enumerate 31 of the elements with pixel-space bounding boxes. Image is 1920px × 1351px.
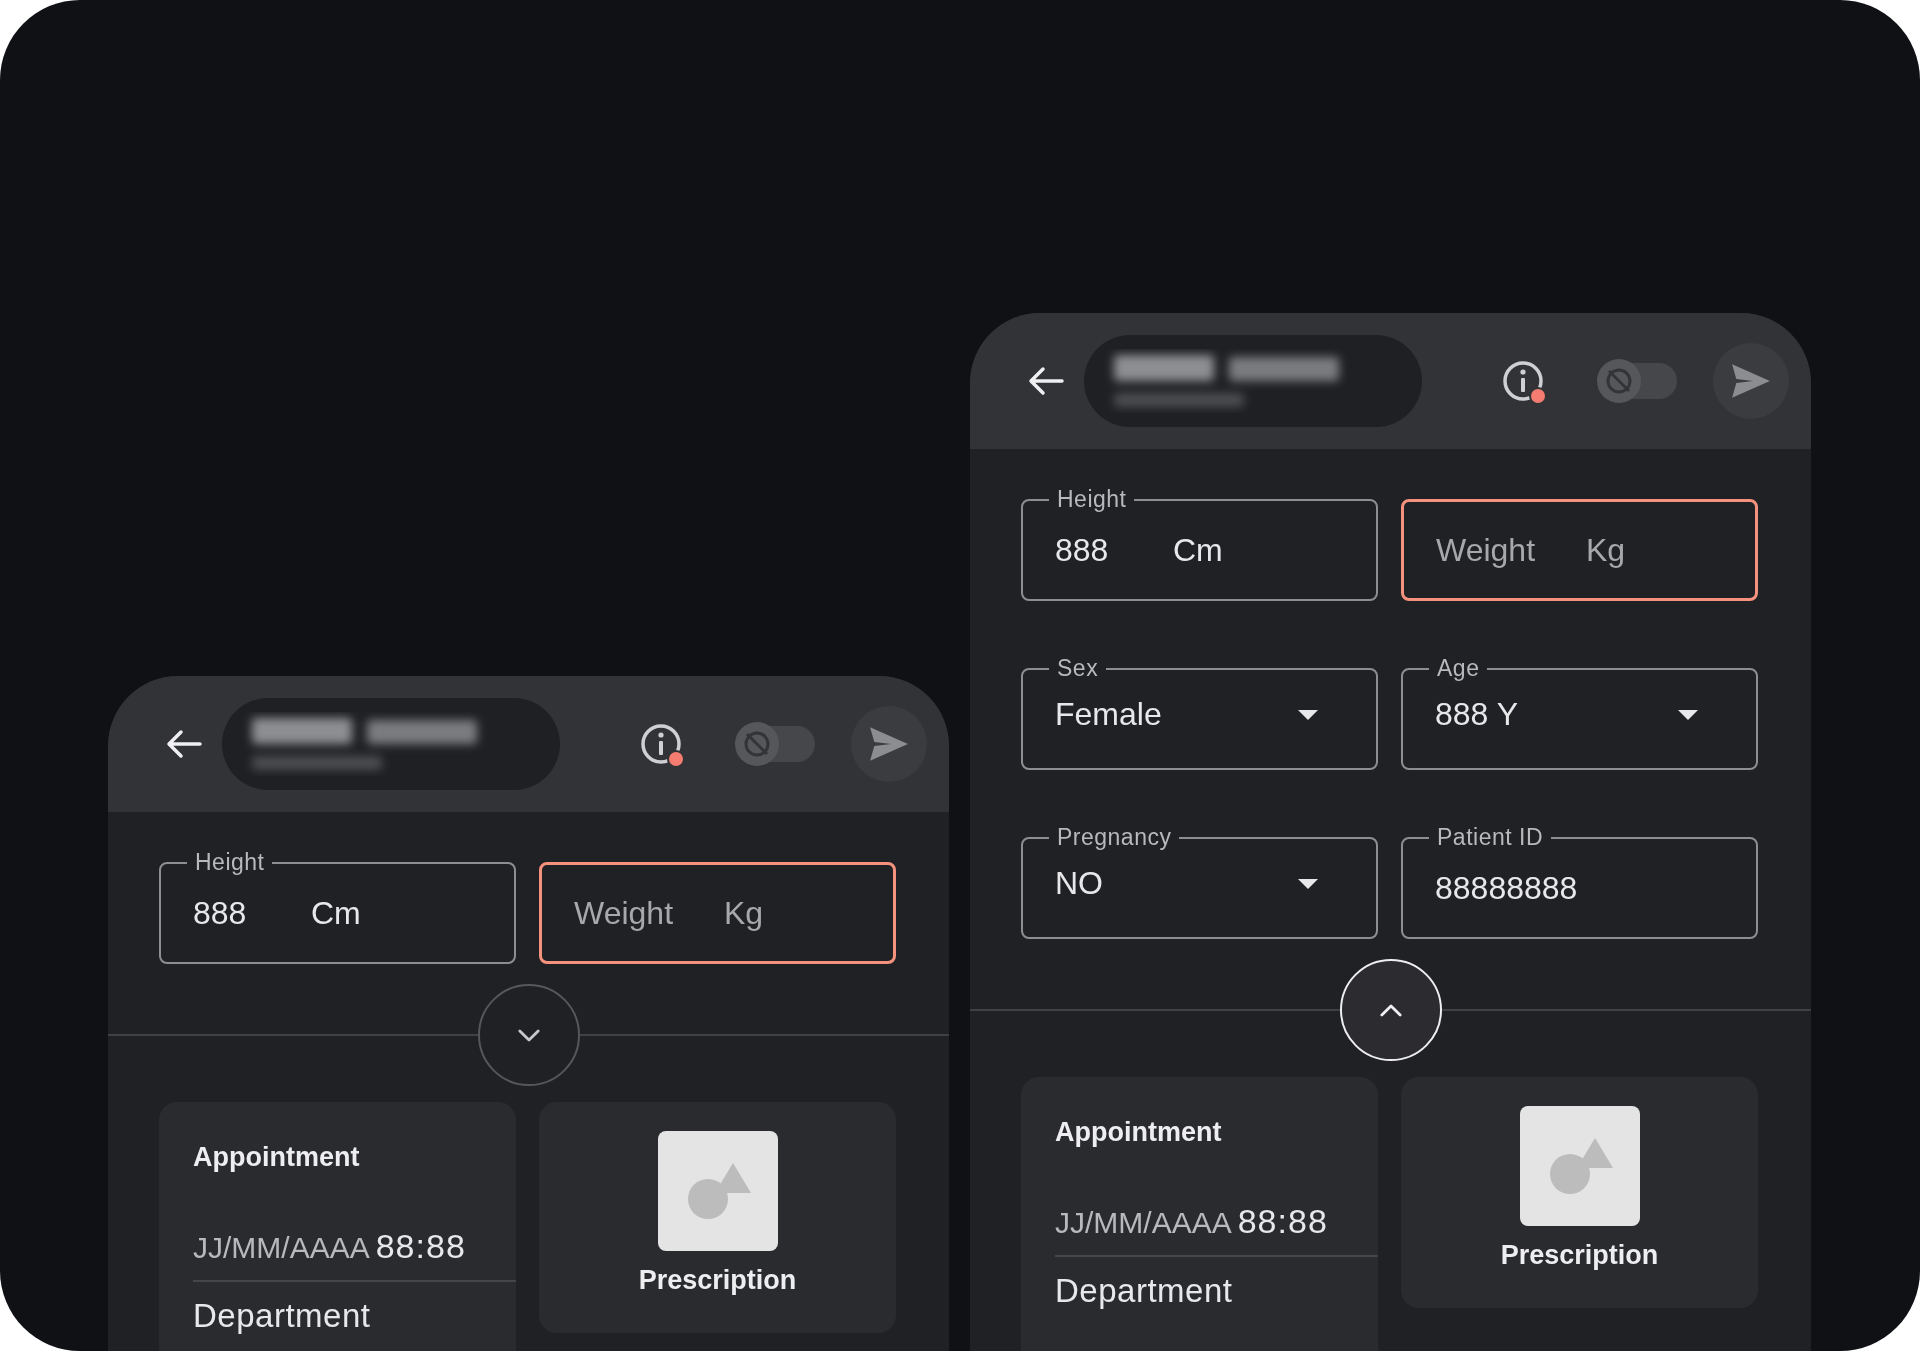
dropdown-caret-icon	[1298, 710, 1318, 720]
appointment-card[interactable]: Appointment JJ/MM/AAAA 88:88 Department	[1021, 1077, 1378, 1351]
image-placeholder-icon	[657, 1131, 778, 1251]
toggle-switch[interactable]	[1597, 359, 1677, 403]
card-title: Appointment	[193, 1142, 361, 1173]
unit-label: Kg	[1586, 531, 1626, 569]
weight-input[interactable]: Weight	[1436, 531, 1586, 569]
back-icon[interactable]	[166, 729, 202, 759]
chevron-up-icon	[1379, 1003, 1402, 1017]
send-icon	[1730, 362, 1772, 400]
card-label: Prescription	[638, 1265, 797, 1296]
card-label: Prescription	[1500, 1240, 1659, 1271]
prescription-card[interactable]: Prescription	[539, 1102, 896, 1333]
appointment-date: JJ/MM/AAAA	[1055, 1206, 1232, 1240]
appointment-time: 88:88	[1237, 1202, 1328, 1241]
appointment-time: 88:88	[375, 1227, 466, 1266]
weight-input[interactable]: Weight	[574, 894, 724, 932]
back-icon[interactable]	[1028, 366, 1064, 396]
card-title: Appointment	[1055, 1117, 1223, 1148]
dropdown-caret-icon	[1298, 879, 1318, 889]
department-label: Department	[1055, 1273, 1234, 1310]
department-label: Department	[193, 1298, 372, 1335]
dropdown-caret-icon	[1678, 710, 1698, 720]
prescription-card[interactable]: Prescription	[1401, 1077, 1758, 1308]
image-placeholder-icon	[1519, 1106, 1640, 1226]
appointment-date: JJ/MM/AAAA	[193, 1231, 370, 1265]
send-icon	[868, 725, 910, 763]
unit-label: Kg	[724, 894, 764, 932]
toggle-switch[interactable]	[735, 722, 815, 766]
chevron-down-icon	[517, 1028, 540, 1042]
appointment-card[interactable]: Appointment JJ/MM/AAAA 88:88 Department	[159, 1102, 516, 1351]
